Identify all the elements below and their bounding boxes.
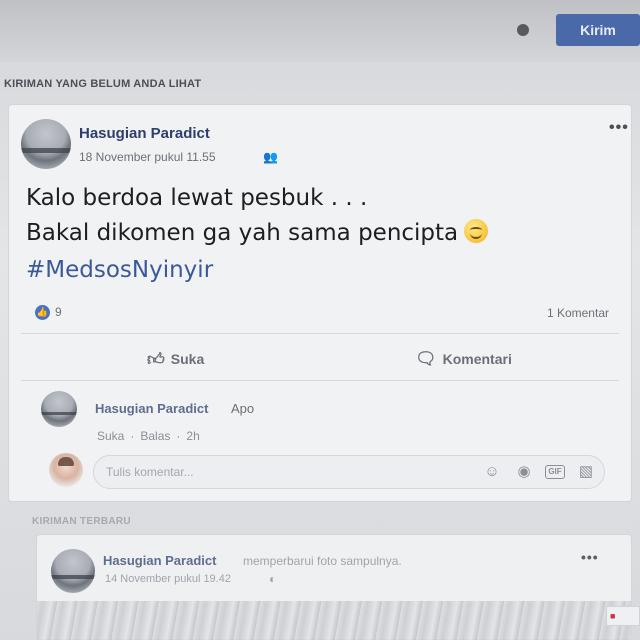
emoji-icon[interactable]: ☺	[483, 463, 501, 481]
post2-timestamp[interactable]: 14 November pukul 19.42	[105, 573, 231, 585]
post-text-line-2: Bakal dikomen ga yah sama pencipta	[26, 219, 489, 246]
post-card-2: Hasugian Paradict memperbarui foto sampu…	[36, 534, 632, 640]
like-button[interactable]: 👍︎ Suka	[147, 345, 204, 373]
current-user-avatar	[49, 453, 83, 487]
more-options-icon[interactable]: •••	[581, 549, 599, 565]
top-bar: Kirim	[0, 0, 640, 62]
comment-button-label: Komentari	[442, 351, 512, 367]
separator: ·	[176, 429, 181, 443]
screen: Kirim KIRIMAN YANG BELUM ANDA LIHAT Hasu…	[0, 0, 640, 640]
cover-photo[interactable]	[37, 601, 631, 640]
thumbs-up-icon: 👍︎	[147, 349, 165, 369]
more-options-icon[interactable]: •••	[609, 119, 629, 137]
comment-author-name[interactable]: Hasugian Paradict	[95, 401, 208, 416]
privacy-dot-icon[interactable]	[517, 24, 529, 36]
like-button-label: Suka	[170, 351, 205, 367]
comment-like-link[interactable]: Suka	[97, 429, 124, 443]
separator: ·	[130, 429, 135, 443]
author-avatar[interactable]	[51, 549, 95, 593]
post-timestamp[interactable]: 18 November pukul 11.55	[79, 150, 216, 164]
post-text-line-1: Kalo berdoa lewat pesbuk . . .	[26, 185, 368, 211]
sticker-icon[interactable]: ▧	[577, 463, 595, 481]
unseen-posts-label: KIRIMAN YANG BELUM ANDA LIHAT	[4, 78, 202, 90]
ad-badge[interactable]: ■	[606, 606, 640, 626]
globe-icon: ◐	[269, 572, 277, 586]
post-author-name[interactable]: Hasugian Paradict	[79, 125, 210, 142]
smile-emoji-icon	[464, 219, 489, 243]
author-avatar[interactable]	[21, 119, 71, 169]
gif-icon[interactable]: GIF	[545, 465, 565, 479]
post2-action-text: memperbarui foto sampulnya.	[243, 554, 402, 568]
commenter-avatar[interactable]	[41, 391, 77, 427]
post-hashtag[interactable]: #MedsosNyinyir	[26, 257, 213, 283]
comment-age[interactable]: 2h	[186, 429, 199, 443]
speech-bubble-icon: 🗨︎	[415, 349, 437, 368]
comment-button[interactable]: 🗨︎ Komentari	[415, 345, 512, 373]
comment-count[interactable]: 1 Komentar	[547, 306, 609, 320]
comment-actions: Suka · Balas · 2h	[97, 429, 200, 443]
comment-text: Apo	[231, 401, 255, 416]
ad-badge-icon: ■	[610, 611, 616, 621]
comment-reply-link[interactable]: Balas	[140, 429, 170, 443]
friends-icon: 👥	[263, 150, 278, 164]
camera-icon[interactable]: ◉	[515, 463, 533, 481]
post2-author-name[interactable]: Hasugian Paradict	[103, 553, 216, 568]
recent-posts-label: KIRIMAN TERBARU	[32, 516, 131, 527]
like-reaction-icon[interactable]: 👍	[35, 305, 50, 320]
divider	[21, 333, 619, 334]
send-button[interactable]: Kirim	[556, 14, 640, 46]
like-count[interactable]: 9	[55, 305, 62, 319]
divider	[21, 380, 619, 381]
post-card: Hasugian Paradict 18 November pukul 11.5…	[8, 104, 632, 502]
